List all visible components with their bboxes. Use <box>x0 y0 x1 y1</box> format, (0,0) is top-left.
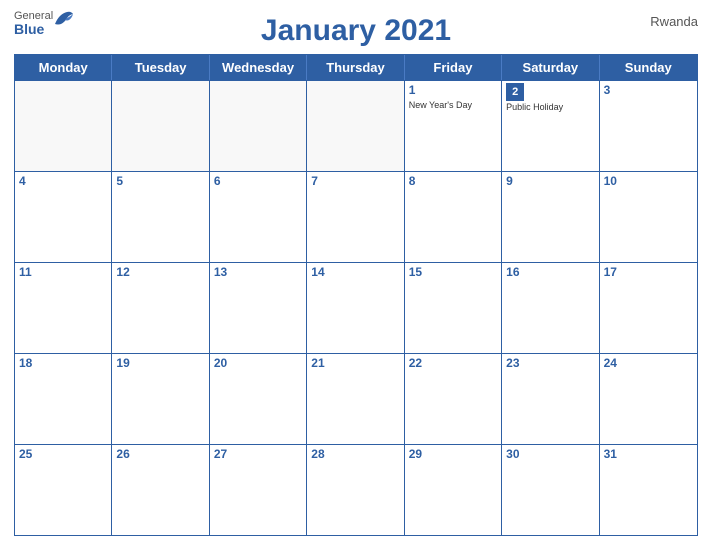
day-cell-jan7: 7 <box>307 172 404 262</box>
day-cell-jan1: 1 New Year's Day <box>405 81 502 171</box>
logo-blue: Blue <box>14 22 53 37</box>
day-cell-empty-1 <box>15 81 112 171</box>
day-cell-jan16: 16 <box>502 263 599 353</box>
day-cell-empty-2 <box>112 81 209 171</box>
day-cell-jan24: 24 <box>600 354 697 444</box>
day-cell-jan15: 15 <box>405 263 502 353</box>
calendar-container: General Blue January 2021 Rwanda Monday … <box>0 0 712 550</box>
day-cell-jan23: 23 <box>502 354 599 444</box>
week-row-4: 18 19 20 21 22 23 24 <box>15 353 697 444</box>
day-number-26: 26 <box>116 447 204 463</box>
day-number-24: 24 <box>604 356 693 372</box>
day-cell-jan22: 22 <box>405 354 502 444</box>
day-cell-jan29: 29 <box>405 445 502 535</box>
day-cell-jan11: 11 <box>15 263 112 353</box>
day-cell-jan13: 13 <box>210 263 307 353</box>
day-number-14: 14 <box>311 265 399 281</box>
week-row-2: 4 5 6 7 8 9 10 <box>15 171 697 262</box>
day-number-15: 15 <box>409 265 497 281</box>
header-thursday: Thursday <box>307 55 404 80</box>
logo-bird-icon <box>53 10 75 33</box>
day-number-25: 25 <box>19 447 107 463</box>
day-cell-jan3: 3 <box>600 81 697 171</box>
day-number-27: 27 <box>214 447 302 463</box>
day-cell-jan26: 26 <box>112 445 209 535</box>
day-number-11: 11 <box>19 265 107 281</box>
day-number-18: 18 <box>19 356 107 372</box>
month-title: January 2021 <box>261 14 451 48</box>
day-cell-jan5: 5 <box>112 172 209 262</box>
calendar-grid: Monday Tuesday Wednesday Thursday Friday… <box>14 54 698 536</box>
day-cell-jan12: 12 <box>112 263 209 353</box>
day-number-12: 12 <box>116 265 204 281</box>
day-cell-jan9: 9 <box>502 172 599 262</box>
calendar-header: General Blue January 2021 Rwanda <box>14 10 698 48</box>
day-cell-jan30: 30 <box>502 445 599 535</box>
day-number-31: 31 <box>604 447 693 463</box>
day-cell-jan21: 21 <box>307 354 404 444</box>
day-number-3: 3 <box>604 83 693 99</box>
day-cell-jan10: 10 <box>600 172 697 262</box>
day-number-2: 2 <box>506 83 524 101</box>
day-cell-jan6: 6 <box>210 172 307 262</box>
header-monday: Monday <box>15 55 112 80</box>
day-number-9: 9 <box>506 174 594 190</box>
day-number-22: 22 <box>409 356 497 372</box>
day-cell-jan25: 25 <box>15 445 112 535</box>
day-cell-empty-4 <box>307 81 404 171</box>
day-number-7: 7 <box>311 174 399 190</box>
logo-area: General Blue <box>14 10 75 37</box>
day-cell-jan28: 28 <box>307 445 404 535</box>
day-number-13: 13 <box>214 265 302 281</box>
week-row-3: 11 12 13 14 15 16 17 <box>15 262 697 353</box>
day-number-6: 6 <box>214 174 302 190</box>
day-number-16: 16 <box>506 265 594 281</box>
week-row-1: 1 New Year's Day 2 Public Holiday 3 <box>15 80 697 171</box>
day-number-4: 4 <box>19 174 107 190</box>
weeks-container: 1 New Year's Day 2 Public Holiday 3 4 5 <box>15 80 697 535</box>
day-cell-jan17: 17 <box>600 263 697 353</box>
day-cell-empty-3 <box>210 81 307 171</box>
header-sunday: Sunday <box>600 55 697 80</box>
day-number-21: 21 <box>311 356 399 372</box>
day-number-28: 28 <box>311 447 399 463</box>
day-cell-jan8: 8 <box>405 172 502 262</box>
day-cell-jan4: 4 <box>15 172 112 262</box>
header-saturday: Saturday <box>502 55 599 80</box>
week-row-5: 25 26 27 28 29 30 31 <box>15 444 697 535</box>
day-cell-jan2: 2 Public Holiday <box>502 81 599 171</box>
day-number-5: 5 <box>116 174 204 190</box>
country-label: Rwanda <box>650 14 698 29</box>
day-number-8: 8 <box>409 174 497 190</box>
day-number-1: 1 <box>409 83 497 99</box>
day-cell-jan18: 18 <box>15 354 112 444</box>
header-wednesday: Wednesday <box>210 55 307 80</box>
header-tuesday: Tuesday <box>112 55 209 80</box>
day-number-10: 10 <box>604 174 693 190</box>
day-number-20: 20 <box>214 356 302 372</box>
day-number-29: 29 <box>409 447 497 463</box>
day-cell-jan19: 19 <box>112 354 209 444</box>
day-cell-jan31: 31 <box>600 445 697 535</box>
day-number-23: 23 <box>506 356 594 372</box>
day-cell-jan14: 14 <box>307 263 404 353</box>
day-number-17: 17 <box>604 265 693 281</box>
logo-text: General Blue <box>14 10 53 37</box>
event-public-holiday: Public Holiday <box>506 102 594 113</box>
event-new-years-day: New Year's Day <box>409 100 497 111</box>
day-cell-jan27: 27 <box>210 445 307 535</box>
day-cell-jan20: 20 <box>210 354 307 444</box>
day-headers: Monday Tuesday Wednesday Thursday Friday… <box>15 55 697 80</box>
header-friday: Friday <box>405 55 502 80</box>
day-number-19: 19 <box>116 356 204 372</box>
day-number-30: 30 <box>506 447 594 463</box>
